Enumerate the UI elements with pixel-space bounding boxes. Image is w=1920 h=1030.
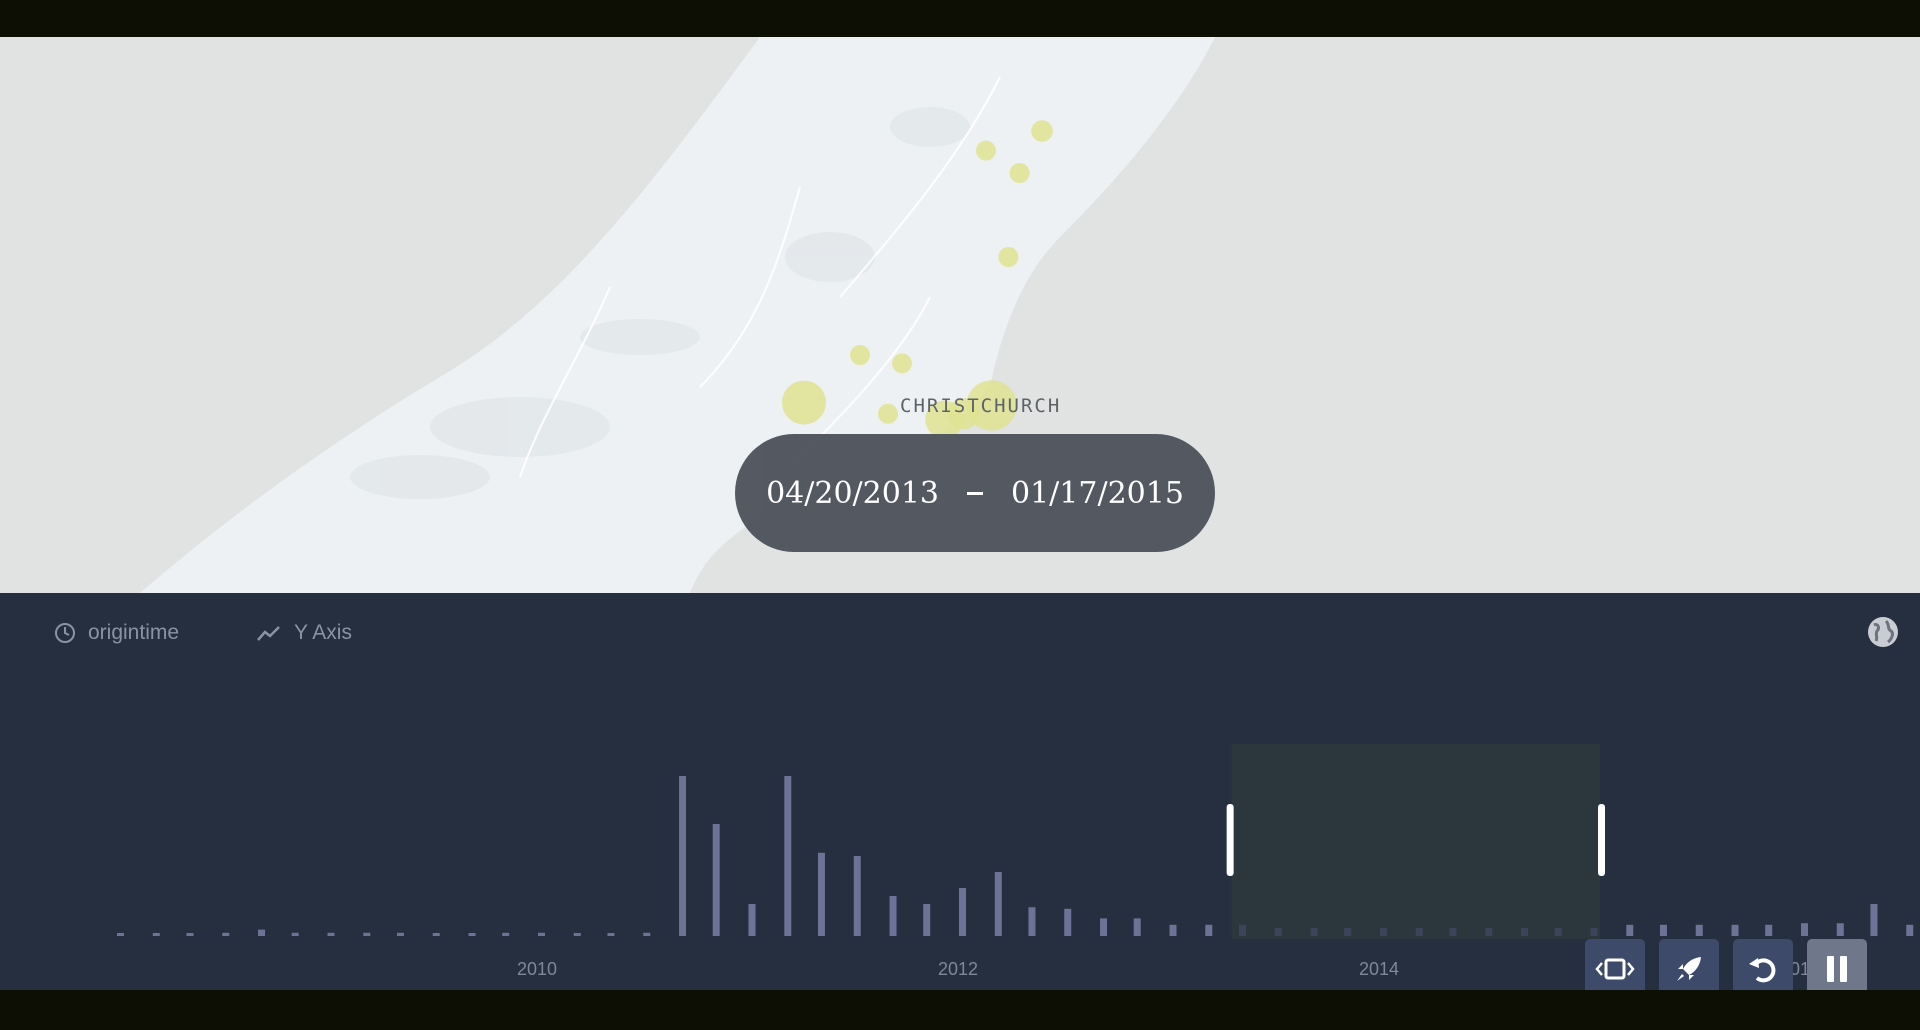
histogram-bar xyxy=(679,776,687,936)
quake-marker-2 xyxy=(1009,163,1030,183)
histogram-bar xyxy=(959,888,966,936)
histogram-bar xyxy=(1731,924,1739,936)
map-view[interactable]: CHRISTCHURCH 04/20/2013 01/17/2015 xyxy=(0,37,1920,593)
histogram-bar xyxy=(222,932,230,936)
histogram-bar xyxy=(889,896,897,936)
histogram-bar xyxy=(468,933,476,936)
histogram-bar xyxy=(396,932,404,936)
histogram-bar xyxy=(1133,918,1141,936)
histogram-bar xyxy=(538,932,545,936)
histogram-bar xyxy=(1836,923,1844,936)
quake-marker-4 xyxy=(850,345,870,365)
range-dash xyxy=(967,491,983,495)
reset-button[interactable] xyxy=(1733,939,1793,990)
histogram-bar xyxy=(1064,908,1072,936)
histogram-bar xyxy=(643,932,651,936)
reset-icon xyxy=(1749,958,1776,983)
histogram-bar xyxy=(432,933,440,936)
histogram-bar xyxy=(291,932,299,936)
histogram-bar xyxy=(1906,924,1914,936)
range-start-date: 04/20/2013 xyxy=(766,475,939,511)
window-mode-button[interactable] xyxy=(1585,939,1645,990)
histogram-bar xyxy=(1695,924,1703,936)
x-tick-label: 2012 xyxy=(938,959,978,979)
quake-marker-0 xyxy=(1031,120,1053,142)
histogram-bar xyxy=(748,904,756,936)
histogram-bar xyxy=(923,904,931,936)
timeline-panel: origintime Y Axis 2010201220142016201820… xyxy=(0,593,1920,990)
histogram-bar xyxy=(784,776,792,936)
quake-marker-6 xyxy=(782,380,826,425)
histogram-bar xyxy=(1626,924,1634,936)
quake-marker-3 xyxy=(998,247,1019,267)
range-end-date: 01/17/2015 xyxy=(1011,475,1184,511)
expand-window-icon xyxy=(1595,958,1635,980)
histogram-bar xyxy=(607,933,615,936)
histogram-bar xyxy=(1100,918,1108,936)
histogram-bar xyxy=(117,933,124,936)
histogram-bar xyxy=(994,872,1002,936)
quake-marker-5 xyxy=(892,353,912,374)
city-label: CHRISTCHURCH xyxy=(900,395,1062,417)
app-frame: CHRISTCHURCH 04/20/2013 01/17/2015 origi… xyxy=(0,37,1920,990)
x-tick-label: 2010 xyxy=(517,959,557,979)
histogram-bar xyxy=(152,933,160,936)
speed-button[interactable] xyxy=(1659,939,1719,990)
histogram-bar xyxy=(1028,907,1036,936)
histogram-bar xyxy=(573,933,581,936)
histogram-bar xyxy=(712,824,720,936)
histogram-bar xyxy=(853,856,861,936)
selection-handle-left xyxy=(1226,804,1234,876)
selection-handle-right xyxy=(1598,804,1606,876)
histogram-bar xyxy=(258,929,266,936)
histogram-bar xyxy=(1765,924,1773,936)
histogram-bar xyxy=(1205,924,1213,936)
histogram-bar xyxy=(817,852,825,936)
time-range-display: 04/20/2013 01/17/2015 xyxy=(735,434,1215,552)
histogram-bar xyxy=(363,932,371,936)
pause-button[interactable] xyxy=(1807,939,1867,990)
rocket-icon xyxy=(1677,957,1701,981)
time-selection[interactable] xyxy=(1226,744,1606,939)
histogram-bars xyxy=(117,776,1914,936)
histogram-bar xyxy=(1659,924,1667,936)
histogram-bar xyxy=(186,933,194,936)
histogram-bar xyxy=(1870,904,1878,936)
selection-window xyxy=(1231,744,1601,939)
histogram-bar xyxy=(1801,923,1808,936)
pause-icon xyxy=(1827,956,1847,982)
quake-marker-7 xyxy=(878,403,898,424)
histogram-bar xyxy=(1169,924,1177,936)
histogram-bar xyxy=(502,932,510,936)
quake-marker-1 xyxy=(976,140,996,161)
histogram-bar xyxy=(327,932,335,936)
histogram-chart[interactable]: 201020122014201620182020 xyxy=(0,593,1920,990)
x-tick-label: 2014 xyxy=(1359,959,1399,979)
